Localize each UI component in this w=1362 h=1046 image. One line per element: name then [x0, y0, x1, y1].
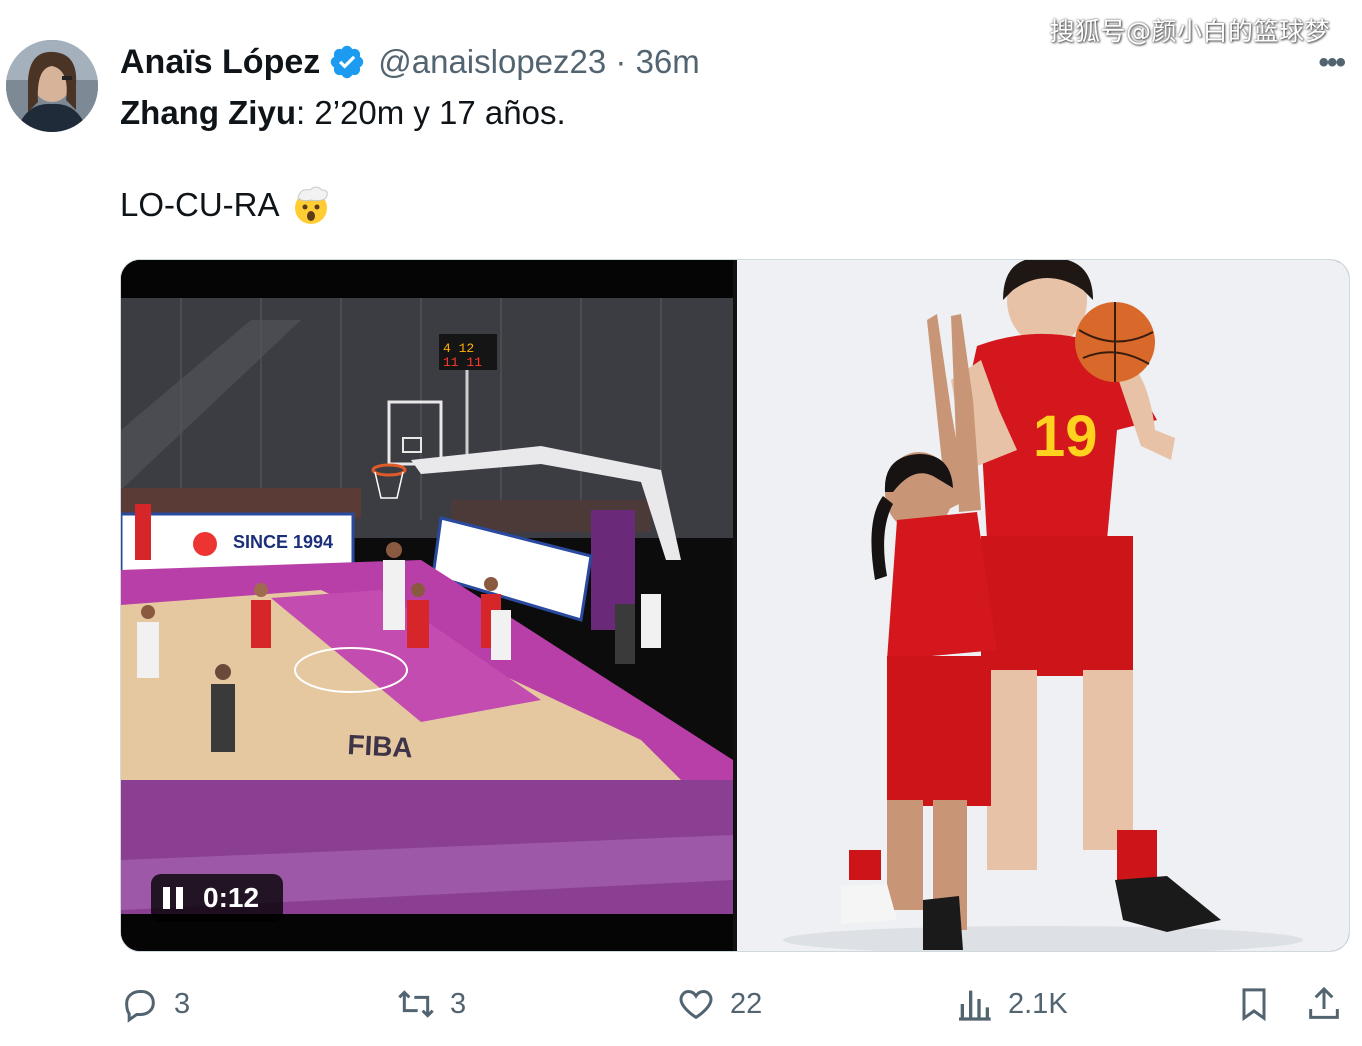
court-logo-text: FIBA: [347, 729, 414, 763]
svg-text:11 11: 11 11: [443, 355, 482, 370]
tweet-text-line-2: LO-CU-RA: [120, 184, 332, 226]
bookmark-icon[interactable]: [1234, 984, 1274, 1024]
media-gallery[interactable]: 4 12 11 11 SINCE 1994 FIBA 0:12 19: [120, 259, 1350, 952]
action-bar: 3 3 22 2.1K: [0, 976, 1362, 1036]
share-icon[interactable]: [1304, 984, 1344, 1024]
video-time: 0:12: [203, 882, 260, 913]
jersey-number: 19: [1033, 404, 1098, 469]
exploding-head-emoji-icon: [290, 184, 332, 226]
views-button[interactable]: 2.1K: [954, 984, 1068, 1024]
heart-icon[interactable]: [676, 984, 716, 1024]
verified-badge-icon: [331, 45, 364, 79]
more-options-icon[interactable]: •••: [1318, 46, 1345, 80]
mention-name: Zhang Ziyu: [120, 94, 296, 131]
retweet-count: 3: [450, 987, 467, 1020]
share-button[interactable]: [1304, 984, 1358, 1024]
tweet-text-line-1: Zhang Ziyu: 2’20m y 17 años.: [120, 94, 566, 132]
pause-icon[interactable]: [163, 887, 185, 909]
photo-image[interactable]: 19: [737, 260, 1349, 951]
views-chart-icon[interactable]: [954, 984, 994, 1024]
like-count: 22: [730, 987, 763, 1020]
tweet-exclamation: LO-CU-RA: [120, 186, 280, 223]
retweet-icon[interactable]: [396, 984, 436, 1024]
tweet-text-rest: : 2’20m y 17 años.: [296, 94, 566, 131]
avatar[interactable]: [6, 40, 98, 132]
svg-text:4 12: 4 12: [443, 341, 474, 356]
watermark: 搜狐号@颜小白的篮球梦: [1049, 17, 1330, 46]
views-count: 2.1K: [1008, 987, 1068, 1020]
display-name[interactable]: Anaïs López: [120, 43, 320, 82]
retweet-button[interactable]: 3: [396, 984, 466, 1024]
ad-banner-text: SINCE 1994: [233, 532, 333, 552]
bookmark-button[interactable]: [1234, 984, 1288, 1024]
video-player[interactable]: 4 12 11 11 SINCE 1994 FIBA 0:12: [121, 260, 733, 951]
tweet-header: Anaïs López @anaislopez23 · 36m: [120, 38, 700, 86]
reply-icon[interactable]: [120, 984, 160, 1024]
like-button[interactable]: 22: [676, 984, 762, 1024]
video-timer[interactable]: 0:12: [151, 874, 283, 922]
handle-and-time[interactable]: @anaislopez23 · 36m: [378, 43, 700, 81]
reply-count: 3: [174, 987, 191, 1020]
reply-button[interactable]: 3: [120, 984, 190, 1024]
